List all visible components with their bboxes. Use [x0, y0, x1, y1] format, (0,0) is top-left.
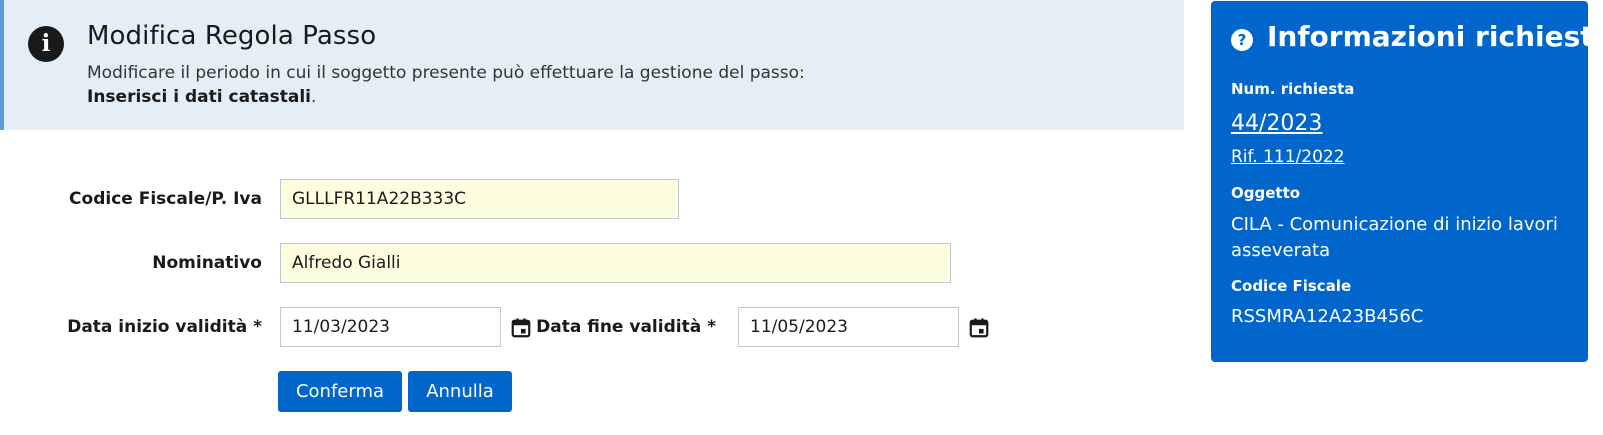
codice-fiscale-panel-value: RSSMRA12A23B456C: [1231, 306, 1424, 327]
cancel-button[interactable]: Annulla: [408, 371, 512, 412]
oggetto-value: CILA - Comunicazione di inizio lavori as…: [1231, 214, 1558, 261]
calendar-icon[interactable]: [968, 317, 990, 339]
panel-title: Informazioni richiesta: [1267, 20, 1603, 53]
data-fine-input[interactable]: 11/05/2023: [738, 307, 959, 347]
codice-fiscale-label: Codice Fiscale/P. Iva: [69, 189, 262, 209]
data-inizio-label: Data inizio validità *: [67, 317, 262, 337]
confirm-button[interactable]: Conferma: [278, 371, 402, 412]
oggetto-label: Oggetto: [1231, 184, 1301, 202]
codice-fiscale-panel-label: Codice Fiscale: [1231, 277, 1352, 295]
instruction-bold: Inserisci i dati catastali: [87, 87, 312, 107]
info-icon: i: [28, 26, 64, 62]
page-title: Modifica Regola Passo: [87, 21, 377, 51]
data-fine-label: Data fine validità *: [536, 317, 716, 337]
nominativo-field[interactable]: Alfredo Gialli: [280, 243, 951, 283]
num-richiesta-label: Num. richiesta: [1231, 80, 1355, 98]
num-richiesta-link[interactable]: 44/2023: [1231, 111, 1322, 136]
page-description: Modificare il periodo in cui il soggetto…: [87, 63, 805, 83]
help-icon: ?: [1231, 29, 1253, 51]
data-inizio-input[interactable]: 11/03/2023: [280, 307, 501, 347]
request-info-panel: ? Informazioni richiesta Num. richiesta …: [1211, 1, 1603, 362]
instruction-suffix: .: [311, 87, 317, 107]
nominativo-label: Nominativo: [152, 253, 262, 273]
page-instruction: Inserisci i dati catastali.: [87, 85, 316, 109]
page-header: i Modifica Regola Passo Modificare il pe…: [0, 0, 1184, 130]
codice-fiscale-field[interactable]: GLLLFR11A22B333C: [280, 179, 679, 219]
riferimento-link[interactable]: Rif. 111/2022: [1231, 147, 1345, 167]
